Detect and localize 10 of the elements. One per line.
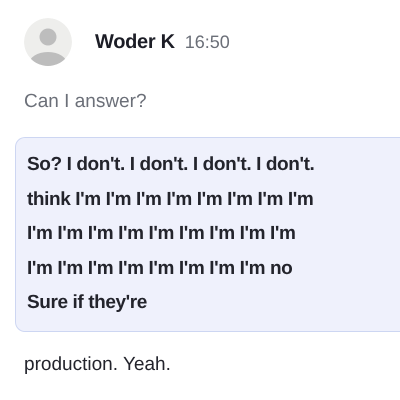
quote-line: Sure if they're — [27, 291, 147, 315]
quote-line: So? I don't. I don't. I don't. I don't. — [27, 153, 314, 177]
message-time: 16:50 — [184, 32, 230, 52]
message-text: Can I answer? — [24, 91, 148, 113]
author-name: Woder K — [95, 30, 175, 54]
message-text: production. Yeah. — [24, 354, 172, 376]
quote-line: think I'm I'm I'm I'm I'm I'm I'm I'm — [27, 188, 314, 212]
quote-line: I'm I'm I'm I'm I'm I'm I'm I'm no — [27, 256, 292, 280]
quote-line: I'm I'm I'm I'm I'm I'm I'm I'm I'm — [27, 222, 296, 246]
avatar-icon — [24, 18, 72, 66]
